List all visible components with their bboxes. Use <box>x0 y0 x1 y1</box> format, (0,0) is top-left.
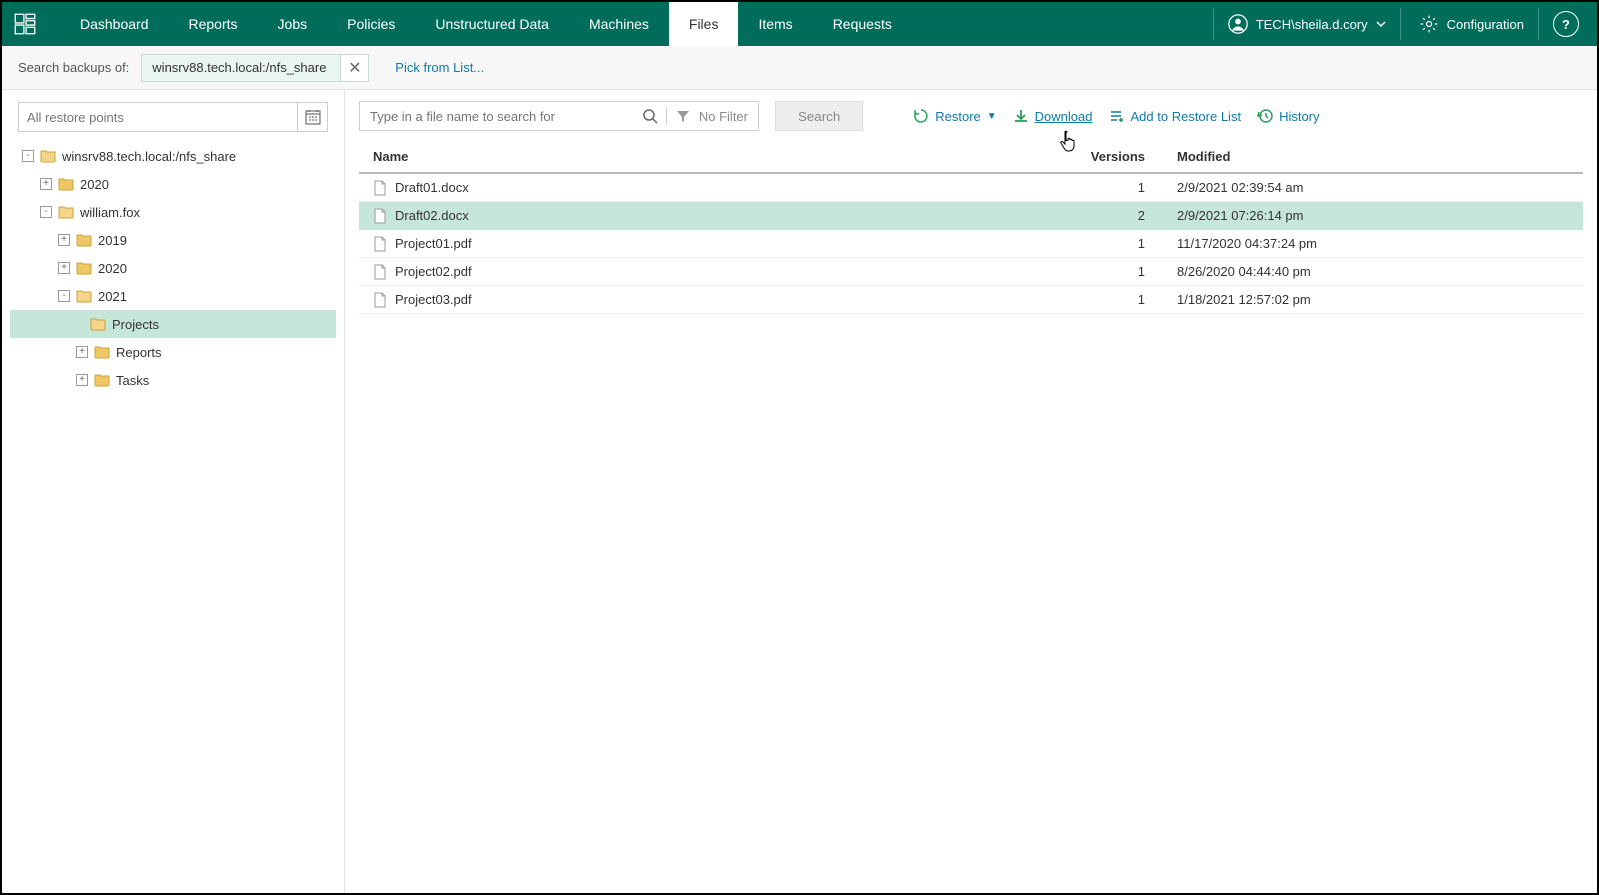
nav-tabs: DashboardReportsJobsPoliciesUnstructured… <box>60 2 912 46</box>
search-button[interactable]: Search <box>775 101 863 131</box>
history-icon <box>1257 108 1273 124</box>
gear-icon <box>1419 14 1439 34</box>
download-icon <box>1013 108 1029 124</box>
restore-icon <box>913 108 929 124</box>
table-row[interactable]: Project02.pdf18/26/2020 04:44:40 pm <box>359 258 1583 286</box>
tree-item[interactable]: -2021 <box>10 282 336 310</box>
top-nav: DashboardReportsJobsPoliciesUnstructured… <box>2 2 1597 46</box>
col-header-name[interactable]: Name <box>359 149 1073 164</box>
table-row[interactable]: Draft02.docx22/9/2021 07:26:14 pm <box>359 202 1583 230</box>
config-label: Configuration <box>1447 17 1524 32</box>
backup-source-input[interactable] <box>142 60 340 75</box>
nav-tab-unstructured-data[interactable]: Unstructured Data <box>415 2 569 46</box>
nav-tab-files[interactable]: Files <box>669 2 739 46</box>
chevron-down-icon <box>1376 19 1386 29</box>
add-to-restore-list-button[interactable]: Add to Restore List <box>1109 108 1242 124</box>
restore-points-input[interactable] <box>19 110 297 125</box>
file-table: Name Versions Modified Draft01.docx12/9/… <box>359 140 1583 314</box>
configuration-link[interactable]: Configuration <box>1405 8 1539 40</box>
file-search-box: No Filter <box>359 101 759 131</box>
content-pane: No Filter Search Restore ▼ Download Add … <box>345 90 1597 893</box>
nav-tab-items[interactable]: Items <box>738 2 812 46</box>
folder-tree: -winsrv88.tech.local:/nfs_share+2020-wil… <box>10 142 336 394</box>
tree-item[interactable]: +Reports <box>10 338 336 366</box>
col-header-versions[interactable]: Versions <box>1073 149 1163 164</box>
restore-button[interactable]: Restore ▼ <box>913 108 996 124</box>
app-logo-icon <box>10 9 40 39</box>
history-button[interactable]: History <box>1257 108 1319 124</box>
tree-item[interactable]: +2019 <box>10 226 336 254</box>
chevron-down-icon: ▼ <box>987 111 997 122</box>
table-row[interactable]: Project01.pdf111/17/2020 04:37:24 pm <box>359 230 1583 258</box>
no-filter-label: No Filter <box>699 109 758 124</box>
user-icon <box>1228 14 1248 34</box>
pick-from-list-link[interactable]: Pick from List... <box>395 60 484 75</box>
search-icon[interactable] <box>634 108 666 124</box>
nav-tab-dashboard[interactable]: Dashboard <box>60 2 169 46</box>
tree-item[interactable]: -william.fox <box>10 198 336 226</box>
search-backups-label: Search backups of: <box>18 60 129 75</box>
backup-source-chip: ✕ <box>141 54 369 82</box>
table-row[interactable]: Project03.pdf11/18/2021 12:57:02 pm <box>359 286 1583 314</box>
add-list-icon <box>1109 108 1125 124</box>
nav-tab-jobs[interactable]: Jobs <box>258 2 328 46</box>
nav-tab-machines[interactable]: Machines <box>569 2 669 46</box>
user-label: TECH\sheila.d.cory <box>1256 17 1368 32</box>
nav-tab-requests[interactable]: Requests <box>813 2 912 46</box>
user-menu[interactable]: TECH\sheila.d.cory <box>1213 8 1401 40</box>
tree-item[interactable]: +Tasks <box>10 366 336 394</box>
search-context-bar: Search backups of: ✕ Pick from List... <box>2 46 1597 90</box>
nav-tab-reports[interactable]: Reports <box>169 2 258 46</box>
file-search-input[interactable] <box>360 109 634 124</box>
clear-source-button[interactable]: ✕ <box>340 55 368 81</box>
restore-points-picker[interactable] <box>18 102 328 132</box>
table-header: Name Versions Modified <box>359 140 1583 174</box>
tree-item[interactable]: +2020 <box>10 170 336 198</box>
filter-icon[interactable] <box>667 109 699 123</box>
table-row[interactable]: Draft01.docx12/9/2021 02:39:54 am <box>359 174 1583 202</box>
tree-item[interactable]: Projects <box>10 310 336 338</box>
download-button[interactable]: Download <box>1013 108 1093 124</box>
help-button[interactable]: ? <box>1553 11 1579 37</box>
col-header-modified[interactable]: Modified <box>1163 149 1583 164</box>
tree-item[interactable]: +2020 <box>10 254 336 282</box>
content-toolbar: No Filter Search Restore ▼ Download Add … <box>359 98 1583 134</box>
tree-item[interactable]: -winsrv88.tech.local:/nfs_share <box>10 142 336 170</box>
calendar-icon[interactable] <box>297 103 327 131</box>
sidebar: -winsrv88.tech.local:/nfs_share+2020-wil… <box>2 90 345 893</box>
nav-tab-policies[interactable]: Policies <box>327 2 415 46</box>
